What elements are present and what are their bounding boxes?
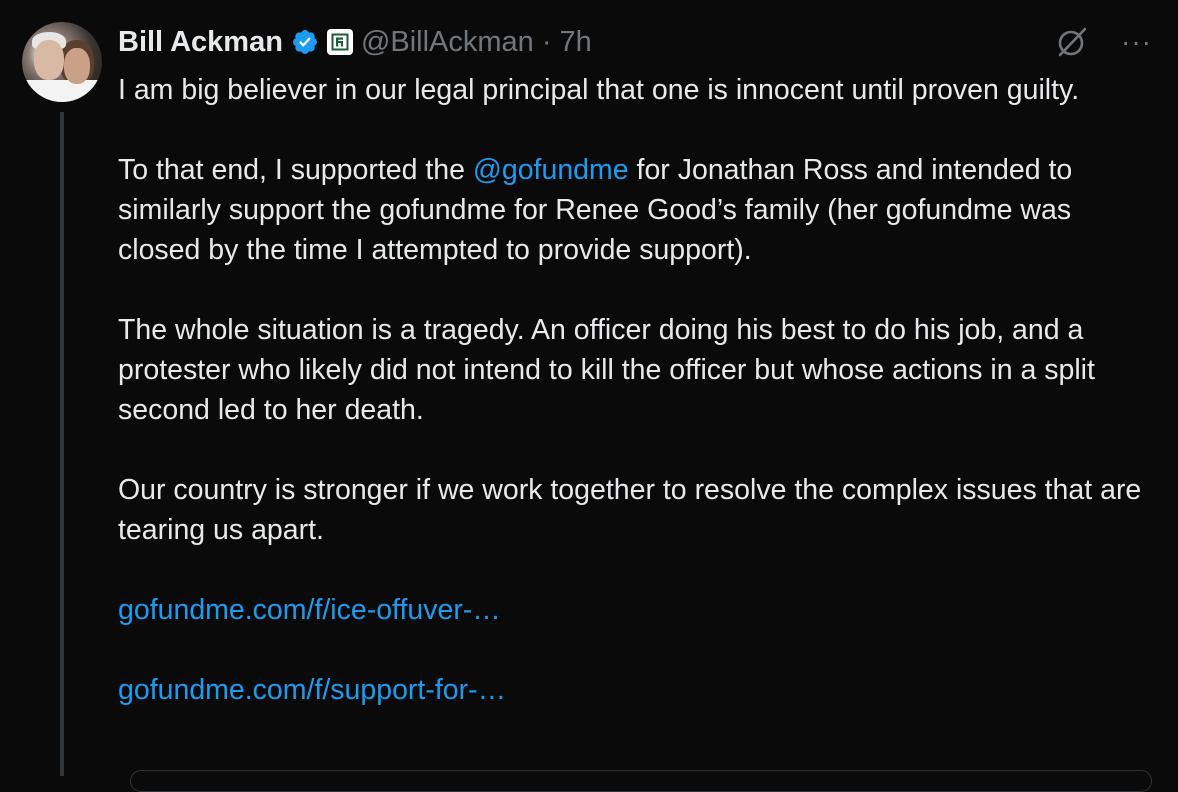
tweet-link-paragraph: gofundme.com/f/support-for-… bbox=[118, 670, 1158, 710]
tweet-paragraph: I am big believer in our legal principal… bbox=[118, 74, 1080, 106]
verified-badge-icon[interactable] bbox=[291, 28, 319, 56]
affiliate-logo-icon bbox=[331, 33, 349, 51]
url-link[interactable]: gofundme.com/f/ice-offuver-… bbox=[118, 594, 501, 626]
avatar-face-detail bbox=[34, 40, 64, 80]
avatar-face-detail bbox=[64, 48, 90, 84]
tweet-link-paragraph: gofundme.com/f/ice-offuver-… bbox=[118, 590, 1158, 630]
embedded-card-edge[interactable] bbox=[130, 770, 1152, 792]
tweet-actions-top: ··· bbox=[1055, 22, 1152, 62]
grok-icon[interactable] bbox=[1055, 25, 1089, 59]
url-link[interactable]: gofundme.com/f/support-for-… bbox=[118, 674, 506, 706]
tweet-paragraph: To that end, I supported the @gofundme f… bbox=[118, 150, 1158, 270]
author-name[interactable]: Bill Ackman bbox=[118, 26, 283, 59]
avatar-shirt-detail bbox=[22, 80, 102, 102]
more-icon[interactable]: ··· bbox=[1121, 28, 1152, 56]
tweet-paragraph: The whole situation is a tragedy. An off… bbox=[118, 314, 1095, 426]
tweet-paragraph: Our country is stronger if we work toget… bbox=[118, 474, 1142, 546]
affiliate-badge-icon[interactable] bbox=[326, 29, 353, 55]
tweet-header: Bill Ackman @BillAckman · 7h bbox=[118, 22, 592, 62]
tweet-timestamp[interactable]: 7h bbox=[559, 26, 591, 59]
mention-link[interactable]: @gofundme bbox=[473, 154, 629, 186]
tweet-text-segment: To that end, I supported the bbox=[118, 154, 473, 186]
thread-connector-line bbox=[60, 112, 64, 776]
author-handle[interactable]: @BillAckman bbox=[361, 26, 534, 59]
author-avatar[interactable] bbox=[22, 22, 102, 102]
separator-dot: · bbox=[541, 25, 552, 58]
tweet-text: I am big believer in our legal principal… bbox=[118, 70, 1158, 750]
